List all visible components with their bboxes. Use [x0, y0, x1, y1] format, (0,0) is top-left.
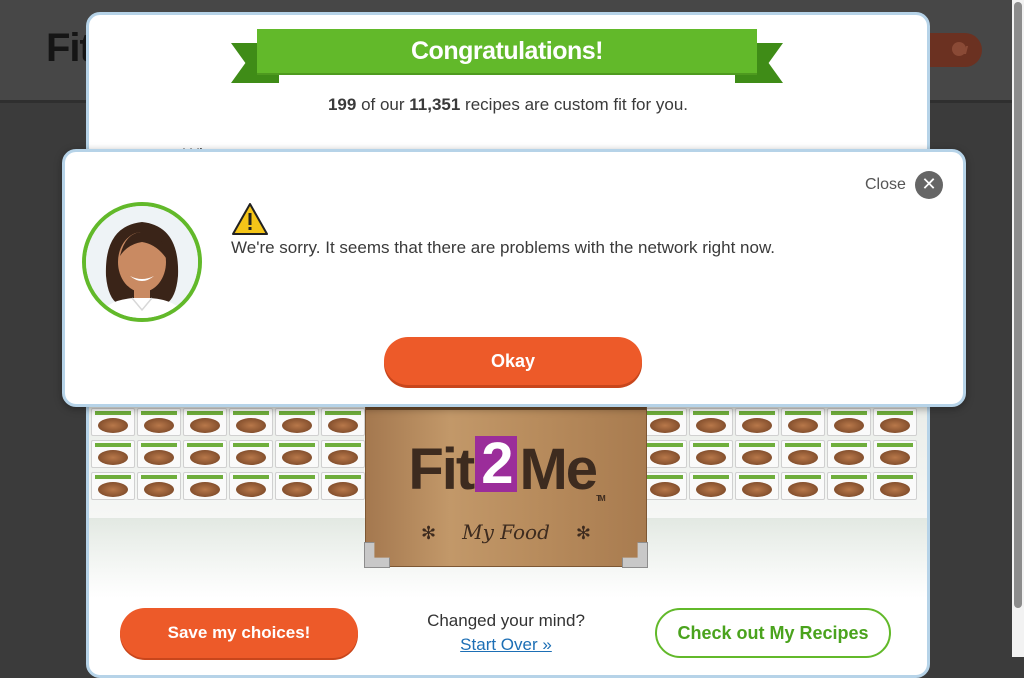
okay-button[interactable]: Okay [384, 337, 642, 385]
congratulations-title: Congratulations! [257, 29, 757, 73]
match-count: 199 [327, 95, 357, 114]
avatar [82, 202, 202, 322]
recipe-card [689, 472, 733, 500]
recipe-card [689, 408, 733, 436]
start-over-link[interactable]: Start Over » [401, 635, 611, 655]
logo-trademark: TM [596, 494, 605, 503]
match-mid-text: of our [356, 95, 410, 114]
recipe-card [321, 408, 365, 436]
logo-fit: Fit [408, 437, 475, 502]
recipe-card [873, 472, 917, 500]
changed-mind-block: Changed your mind? Start Over » [401, 611, 611, 655]
sparkle-icon: ✻ [575, 523, 591, 544]
recipe-card [827, 408, 871, 436]
logo-subtitle: ✻ My Food ✻ [366, 520, 646, 544]
logo-me: Me [519, 437, 598, 502]
close-icon[interactable]: ✕ [915, 171, 943, 199]
recipe-card [873, 440, 917, 468]
recipe-card [137, 472, 181, 500]
recipe-card [275, 472, 319, 500]
recipe-card [643, 408, 687, 436]
check-out-recipes-button[interactable]: Check out My Recipes [655, 608, 891, 658]
changed-mind-text: Changed your mind? [427, 611, 585, 630]
recipe-card [873, 408, 917, 436]
recipe-card [781, 472, 825, 500]
recipe-card [91, 408, 135, 436]
recipe-card [183, 408, 227, 436]
error-message: We're sorry. It seems that there are pro… [231, 238, 776, 257]
recipe-card [137, 408, 181, 436]
recipe-card [689, 440, 733, 468]
recipe-card [91, 472, 135, 500]
recipe-card [183, 440, 227, 468]
corner-bracket-left [364, 542, 390, 568]
recipe-card [735, 408, 779, 436]
recipe-card [827, 472, 871, 500]
recipe-card [229, 440, 273, 468]
recipe-card [735, 440, 779, 468]
save-choices-button[interactable]: Save my choices! [120, 608, 358, 658]
total-recipe-count: 11,351 [409, 95, 461, 114]
scrollbar-thumb[interactable] [1014, 2, 1022, 608]
logo-subtitle-text: My Food [462, 520, 550, 544]
recipe-card [735, 472, 779, 500]
chevron-right-icon [952, 42, 966, 56]
recipe-card [321, 440, 365, 468]
fit2me-logo-box: Fit 2 MeTM ✻ My Food ✻ [364, 405, 648, 568]
recipe-card [781, 440, 825, 468]
corner-bracket-right [622, 542, 648, 568]
match-summary: 199 of our 11,351 recipes are custom fit… [89, 95, 927, 115]
avatar-portrait [86, 206, 198, 318]
scrollbar[interactable] [1012, 0, 1024, 657]
logo-two: 2 [475, 435, 518, 493]
recipe-card [321, 472, 365, 500]
recipe-card [229, 472, 273, 500]
recipe-card [643, 440, 687, 468]
network-error-dialog: Close ✕ We're sorry. It seems that there… [62, 149, 966, 407]
recipe-card [643, 472, 687, 500]
recipe-card [827, 440, 871, 468]
recipe-card [781, 408, 825, 436]
close-label[interactable]: Close [865, 176, 906, 194]
recipe-card [275, 440, 319, 468]
recipe-card [137, 440, 181, 468]
title-ribbon: Congratulations! [231, 27, 783, 87]
recipe-card [229, 408, 273, 436]
sparkle-icon: ✻ [421, 523, 437, 544]
recipe-card [275, 408, 319, 436]
fit2me-logo: Fit 2 MeTM [366, 435, 646, 504]
background-logo: Fit [46, 26, 93, 70]
warning-icon [232, 203, 268, 235]
recipe-card [91, 440, 135, 468]
match-suffix-text: recipes are custom fit for you. [460, 95, 689, 114]
recipe-card [183, 472, 227, 500]
